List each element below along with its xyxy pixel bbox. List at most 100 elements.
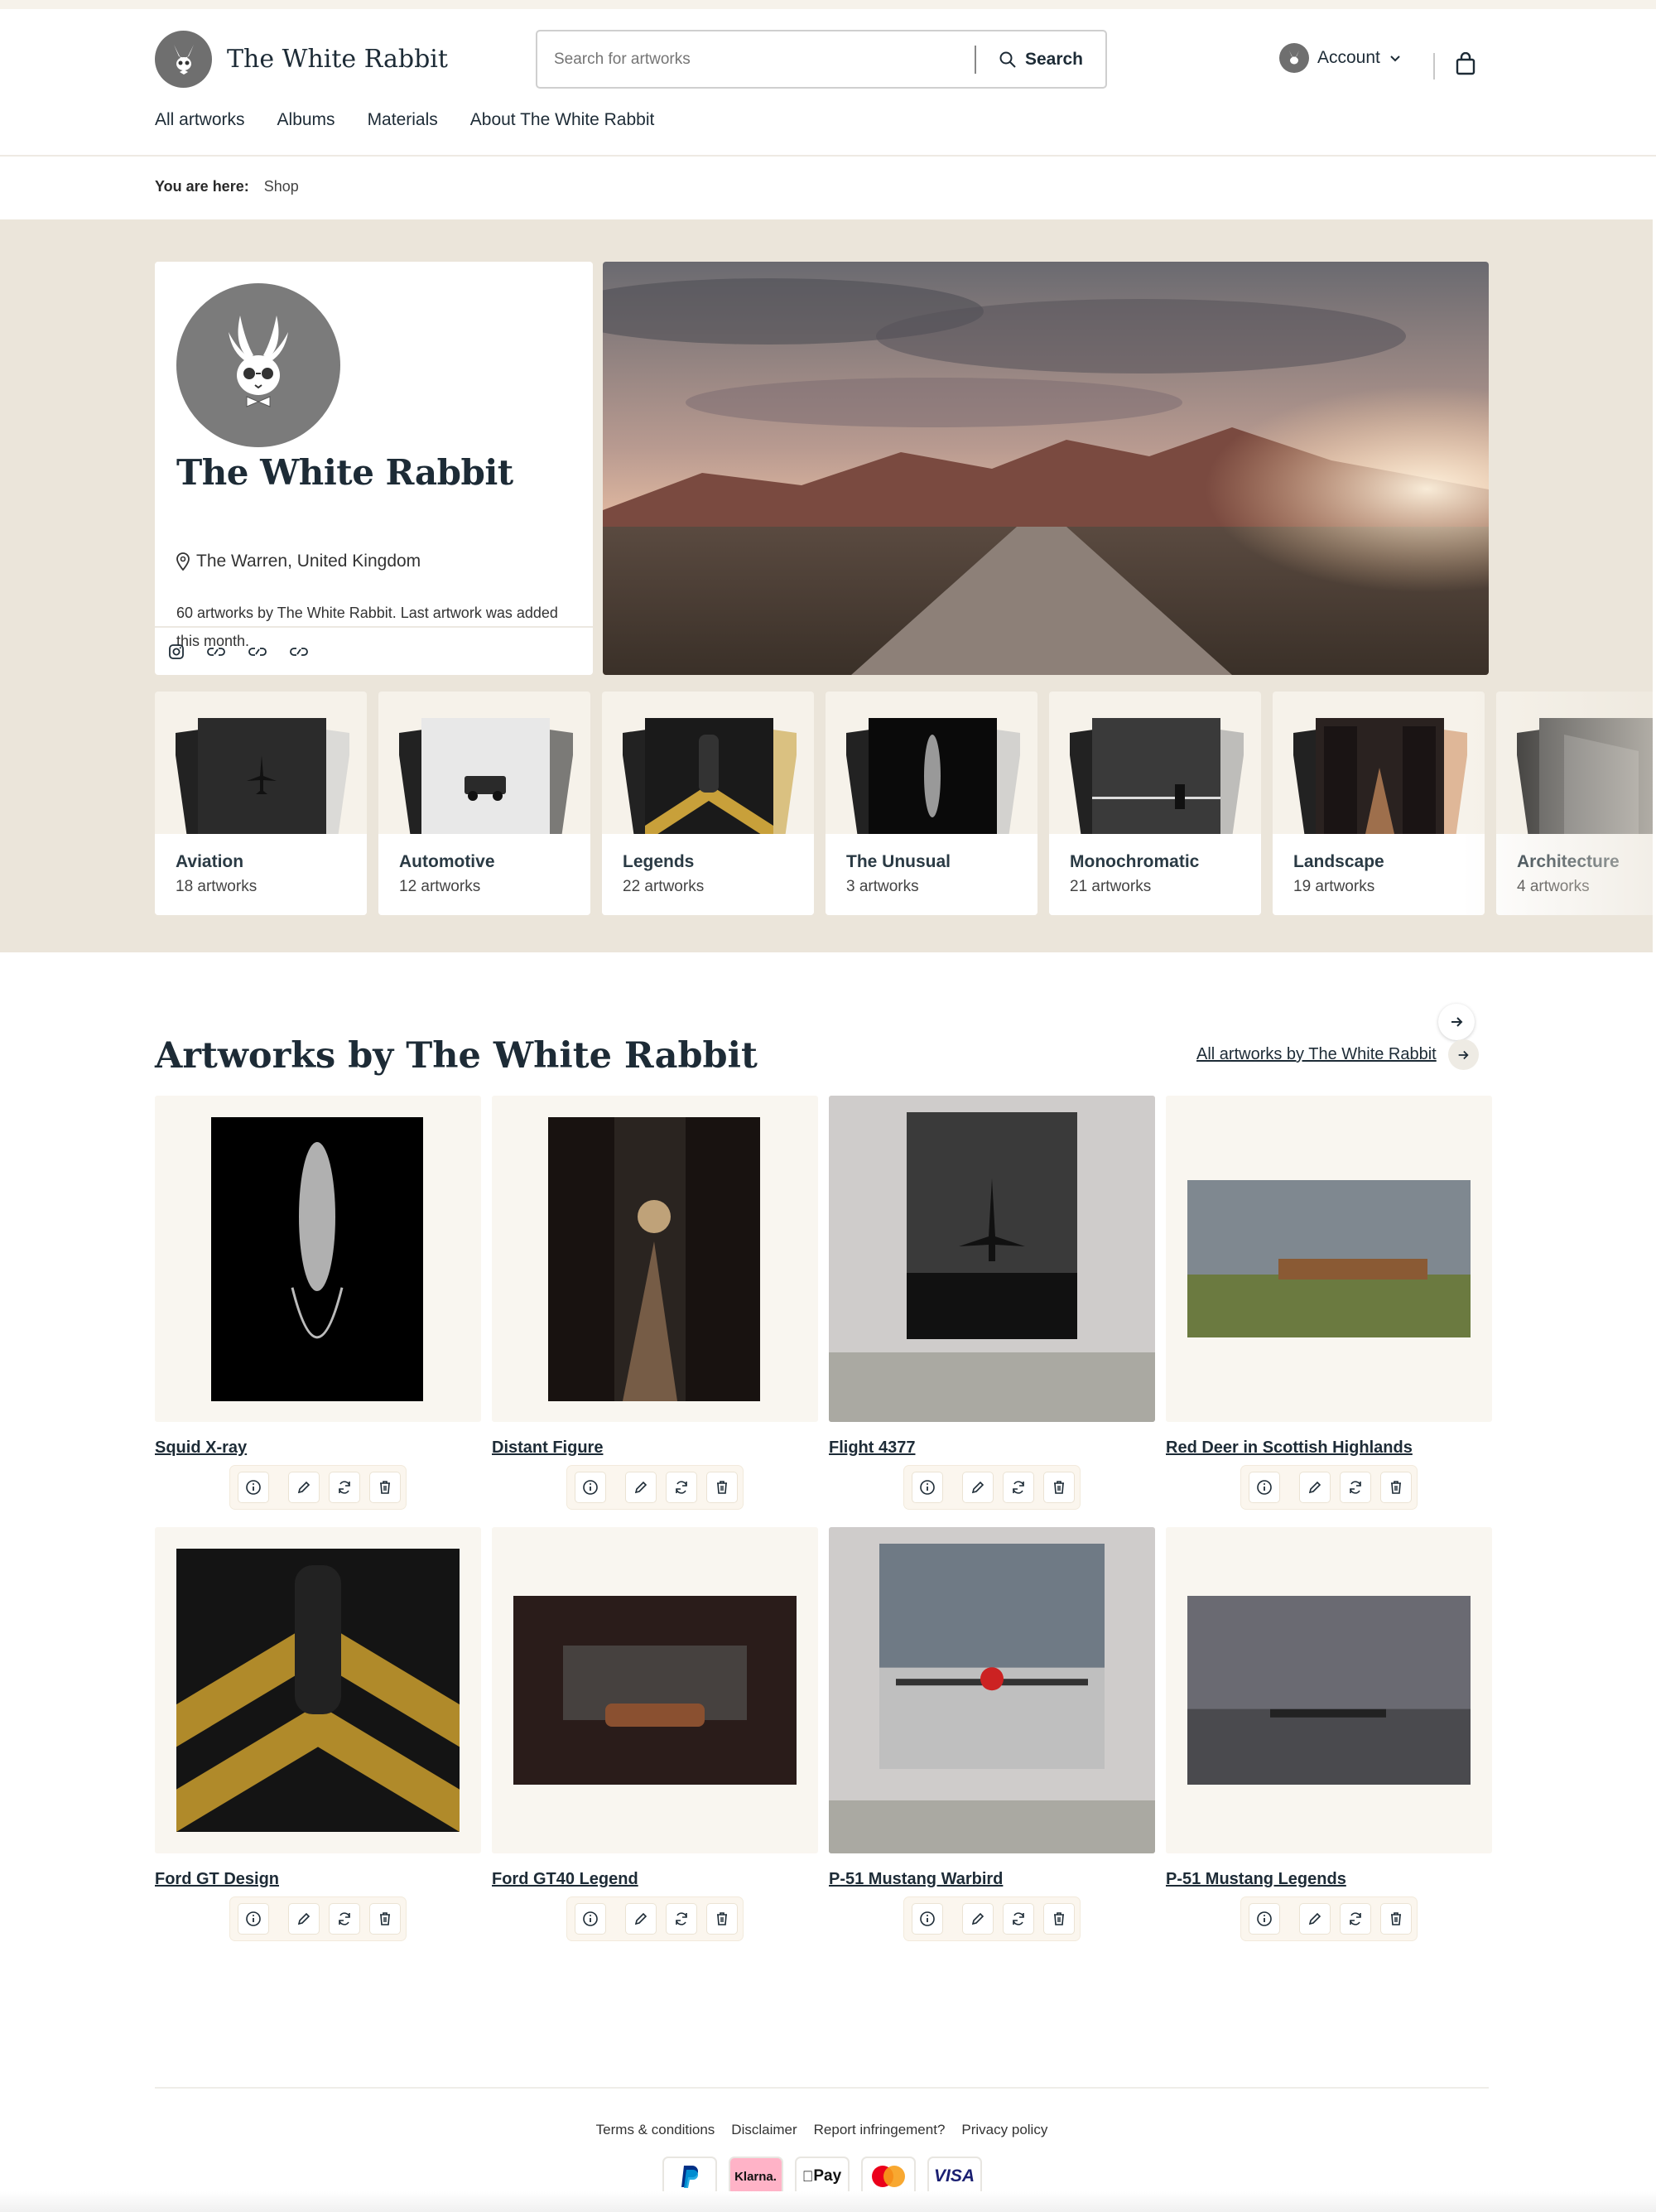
album-card[interactable]: Automotive 12 artworks bbox=[378, 692, 590, 915]
refresh-button[interactable] bbox=[1341, 1472, 1370, 1502]
artwork-title[interactable]: Red Deer in Scottish Highlands bbox=[1166, 1439, 1492, 1458]
search-button[interactable]: Search bbox=[976, 31, 1105, 87]
info-button[interactable] bbox=[1249, 1904, 1279, 1934]
info-button[interactable] bbox=[1249, 1472, 1279, 1502]
delete-button[interactable] bbox=[370, 1904, 400, 1934]
breadcrumb-current[interactable]: Shop bbox=[264, 178, 299, 195]
album-card[interactable]: Aviation 18 artworks bbox=[155, 692, 367, 915]
instagram-icon[interactable] bbox=[168, 643, 185, 660]
refresh-button[interactable] bbox=[330, 1904, 359, 1934]
artwork-card[interactable]: Red Deer in Scottish Highlands bbox=[1166, 1096, 1492, 1509]
edit-button[interactable] bbox=[963, 1904, 993, 1934]
album-count: 21 artworks bbox=[1070, 878, 1152, 895]
refresh-button[interactable] bbox=[330, 1472, 359, 1502]
all-artworks-link[interactable]: All artworks by The White Rabbit bbox=[1196, 1039, 1479, 1070]
artwork-image[interactable] bbox=[492, 1096, 818, 1422]
nav-albums[interactable]: Albums bbox=[277, 110, 335, 130]
refresh-button[interactable] bbox=[667, 1472, 696, 1502]
all-artworks-link-label: All artworks by The White Rabbit bbox=[1196, 1045, 1437, 1063]
album-info: The Unusual 3 artworks bbox=[826, 834, 1037, 915]
carousel-next-button[interactable] bbox=[1438, 1004, 1475, 1040]
pencil-icon bbox=[1308, 1912, 1321, 1925]
album-card[interactable]: Landscape 19 artworks bbox=[1273, 692, 1485, 915]
delete-button[interactable] bbox=[707, 1472, 737, 1502]
link-icon[interactable] bbox=[206, 643, 226, 660]
refresh-button[interactable] bbox=[1004, 1904, 1033, 1934]
edit-button[interactable] bbox=[1300, 1904, 1330, 1934]
artworks-section-title: Artworks by The White Rabbit bbox=[155, 1035, 758, 1077]
artwork-card[interactable]: Distant Figure bbox=[492, 1096, 818, 1509]
link-icon[interactable] bbox=[248, 643, 267, 660]
album-count: 22 artworks bbox=[623, 878, 705, 895]
album-cover-image bbox=[846, 718, 1020, 841]
delete-button[interactable] bbox=[1044, 1904, 1074, 1934]
artwork-image[interactable] bbox=[829, 1527, 1155, 1853]
artwork-image[interactable] bbox=[829, 1096, 1155, 1422]
artwork-card[interactable]: Flight 4377 bbox=[829, 1096, 1155, 1509]
footer-link-privacy[interactable]: Privacy policy bbox=[961, 2122, 1047, 2138]
trash-icon bbox=[1054, 1912, 1064, 1925]
delete-button[interactable] bbox=[707, 1904, 737, 1934]
artwork-title[interactable]: P-51 Mustang Legends bbox=[1166, 1870, 1492, 1889]
footer-link-report[interactable]: Report infringement? bbox=[814, 2122, 946, 2138]
info-button[interactable] bbox=[238, 1904, 268, 1934]
artwork-card[interactable]: Squid X-ray bbox=[155, 1096, 481, 1509]
album-cover-image bbox=[623, 718, 797, 841]
info-button[interactable] bbox=[912, 1472, 942, 1502]
search-input[interactable] bbox=[537, 31, 975, 87]
nav-about[interactable]: About The White Rabbit bbox=[470, 110, 655, 130]
refresh-icon bbox=[1013, 1481, 1024, 1494]
link-icon[interactable] bbox=[289, 643, 309, 660]
edit-button[interactable] bbox=[626, 1472, 656, 1502]
refresh-button[interactable] bbox=[1341, 1904, 1370, 1934]
footer-link-disclaimer[interactable]: Disclaimer bbox=[731, 2122, 797, 2138]
refresh-icon bbox=[1350, 1481, 1361, 1494]
artwork-title[interactable]: Flight 4377 bbox=[829, 1439, 1155, 1458]
artwork-card[interactable]: Ford GT40 Legend bbox=[492, 1527, 818, 1940]
artwork-image[interactable] bbox=[492, 1527, 818, 1853]
album-card[interactable]: The Unusual 3 artworks bbox=[826, 692, 1037, 915]
brand-name: The White Rabbit bbox=[227, 45, 448, 74]
refresh-icon bbox=[1013, 1912, 1024, 1925]
artwork-actions bbox=[904, 1897, 1080, 1940]
footer-links: Terms & conditions Disclaimer Report inf… bbox=[155, 2122, 1489, 2138]
delete-button[interactable] bbox=[1044, 1472, 1074, 1502]
album-count: 3 artworks bbox=[846, 878, 919, 895]
album-card[interactable]: Legends 22 artworks bbox=[602, 692, 814, 915]
edit-button[interactable] bbox=[963, 1472, 993, 1502]
artwork-image[interactable] bbox=[155, 1527, 481, 1853]
refresh-button[interactable] bbox=[1004, 1472, 1033, 1502]
album-card[interactable]: Monochromatic 21 artworks bbox=[1049, 692, 1261, 915]
artwork-image[interactable] bbox=[1166, 1527, 1492, 1853]
info-button[interactable] bbox=[575, 1904, 605, 1934]
brand-logo[interactable]: The White Rabbit bbox=[155, 31, 448, 88]
info-button[interactable] bbox=[238, 1472, 268, 1502]
footer-link-terms[interactable]: Terms & conditions bbox=[596, 2122, 715, 2138]
edit-button[interactable] bbox=[1300, 1472, 1330, 1502]
artwork-title[interactable]: Squid X-ray bbox=[155, 1439, 481, 1458]
cart-button[interactable] bbox=[1455, 52, 1476, 75]
edit-button[interactable] bbox=[626, 1904, 656, 1934]
artwork-image[interactable] bbox=[155, 1096, 481, 1422]
edit-button[interactable] bbox=[289, 1904, 319, 1934]
artwork-card[interactable]: P-51 Mustang Warbird bbox=[829, 1527, 1155, 1940]
artwork-image[interactable] bbox=[1166, 1096, 1492, 1422]
artwork-title[interactable]: P-51 Mustang Warbird bbox=[829, 1870, 1155, 1889]
info-icon bbox=[583, 1911, 598, 1926]
artwork-card[interactable]: P-51 Mustang Legends bbox=[1166, 1527, 1492, 1940]
artwork-title[interactable]: Ford GT Design bbox=[155, 1870, 481, 1889]
info-button[interactable] bbox=[575, 1472, 605, 1502]
nav-all-artworks[interactable]: All artworks bbox=[155, 110, 245, 130]
artwork-title[interactable]: Ford GT40 Legend bbox=[492, 1870, 818, 1889]
account-menu[interactable]: Account bbox=[1279, 43, 1402, 73]
artwork-title[interactable]: Distant Figure bbox=[492, 1439, 818, 1458]
delete-button[interactable] bbox=[1381, 1904, 1411, 1934]
artwork-card[interactable]: Ford GT Design bbox=[155, 1527, 481, 1940]
delete-button[interactable] bbox=[370, 1472, 400, 1502]
edit-button[interactable] bbox=[289, 1472, 319, 1502]
bottom-bar bbox=[0, 2191, 1656, 2212]
nav-materials[interactable]: Materials bbox=[368, 110, 438, 130]
delete-button[interactable] bbox=[1381, 1472, 1411, 1502]
refresh-button[interactable] bbox=[667, 1904, 696, 1934]
info-button[interactable] bbox=[912, 1904, 942, 1934]
